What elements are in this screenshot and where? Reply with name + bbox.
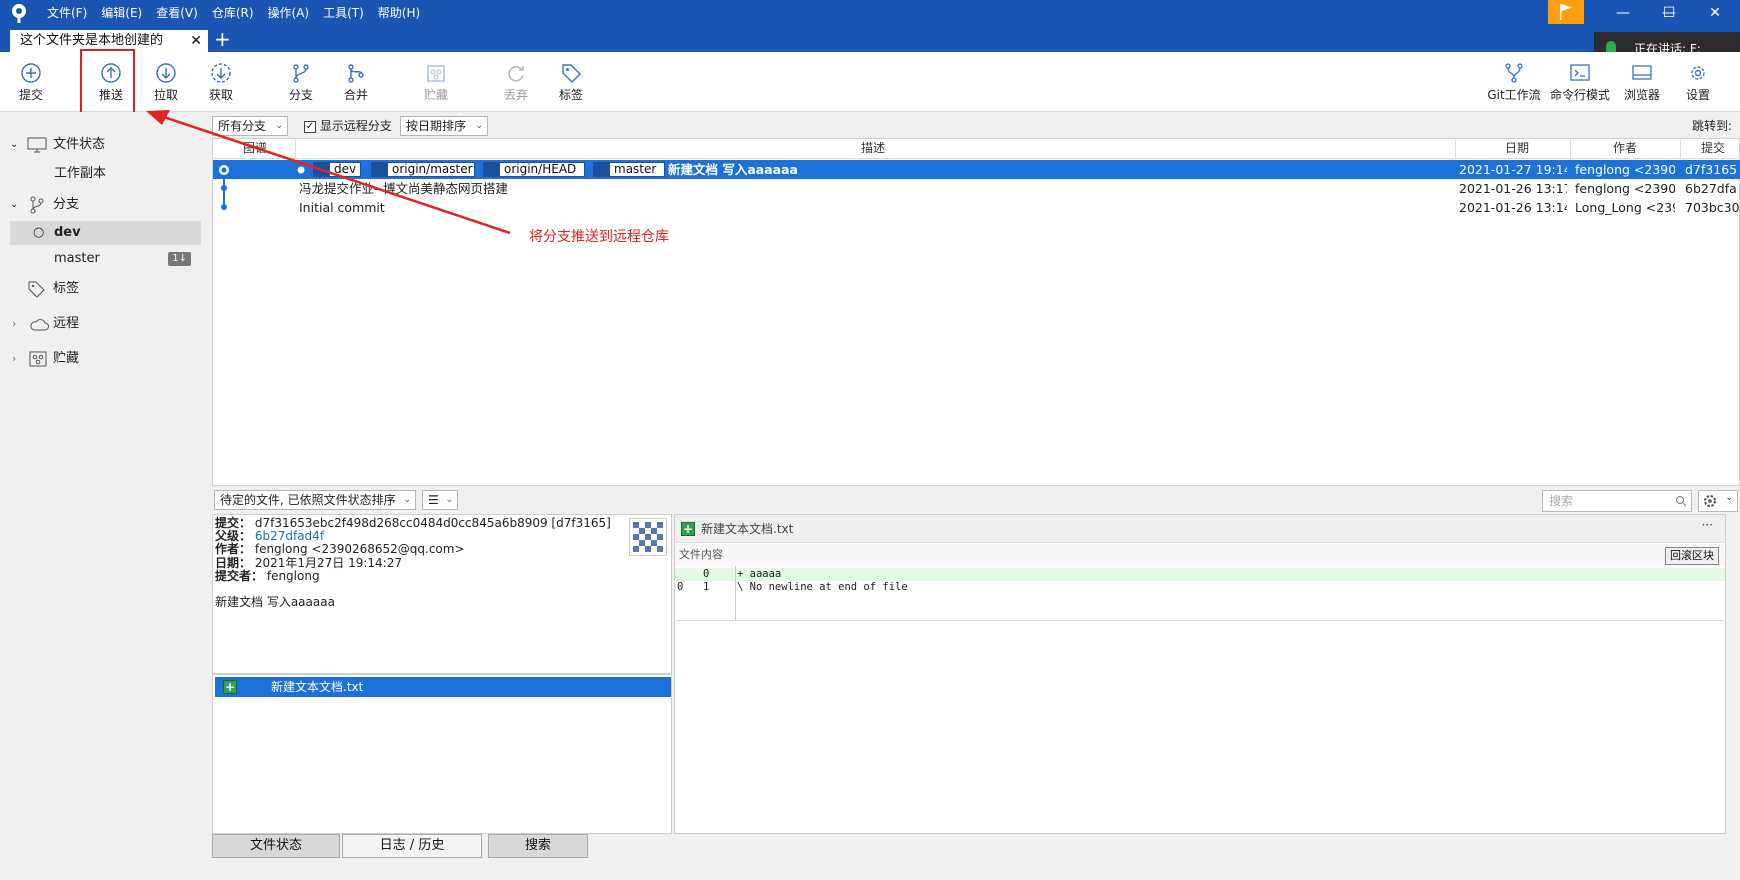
more-options-icon[interactable]: ··· xyxy=(1702,511,1713,539)
identicon-icon xyxy=(633,522,663,552)
new-line-number: 1 xyxy=(703,581,710,593)
file-name: 新建文本文档.txt xyxy=(271,680,364,694)
diff-file-name: 新建文本文档.txt xyxy=(701,522,794,536)
revert-hunk-button[interactable]: 回滚区块 xyxy=(1665,547,1719,565)
search-placeholder: 搜索 xyxy=(1549,494,1574,508)
chevron-down-icon: ⌄ xyxy=(1725,493,1733,503)
search-icon xyxy=(1676,496,1687,507)
diff-line: 0 + aaaaa xyxy=(675,568,1725,581)
diff-line: 0 1 \ No newline at end of file xyxy=(675,581,1725,594)
chevron-down-icon: ⌄ xyxy=(403,495,411,505)
committer-value: fenglong xyxy=(266,568,320,583)
file-added-icon: + xyxy=(681,522,695,536)
date-label: 日期： xyxy=(215,555,252,570)
commit-sha-value: d7f31653ebc2f498d268cc0484d0cc845a6b8909… xyxy=(254,516,611,530)
date-value: 2021年1月27日 19:14:27 xyxy=(254,555,402,570)
settings-dropdown-button[interactable]: ⌄ xyxy=(1698,490,1738,512)
chevron-down-icon: ⌄ xyxy=(445,495,453,505)
pending-files-bar: 待定的文件, 已依照文件状态排序 ⌄ ☰ ⌄ 搜索 ⌄ xyxy=(212,488,1740,514)
committer-row: 提交者： fenglong xyxy=(215,568,669,583)
changed-files-list: + 新建文本文档.txt xyxy=(212,674,672,834)
new-line-number: 0 xyxy=(703,568,710,580)
diff-line-text: \ No newline at end of file xyxy=(737,581,908,593)
list-item[interactable]: + 新建文本文档.txt xyxy=(215,677,671,697)
diff-section-bar: 文件内容 回滚区块 xyxy=(675,544,1725,566)
file-sort-dropdown[interactable]: 待定的文件, 已依照文件状态排序 ⌄ xyxy=(214,490,416,510)
file-sort-value: 待定的文件, 已依照文件状态排序 xyxy=(220,493,396,507)
gear-icon xyxy=(1704,495,1716,507)
tab-log-history[interactable]: 日志 / 历史 xyxy=(342,834,482,858)
author-label: 作者： xyxy=(215,542,252,557)
view-mode-dropdown[interactable]: ☰ ⌄ xyxy=(422,490,458,510)
author-value: fenglong <2390268652@qq.com> xyxy=(254,542,465,557)
old-line-number: 0 xyxy=(677,581,684,593)
diff-section-title: 文件内容 xyxy=(679,548,723,561)
diff-panel: + 新建文本文档.txt ··· 文件内容 回滚区块 0 + aaaaa 0 1… xyxy=(674,514,1726,834)
list-view-icon: ☰ xyxy=(428,493,439,507)
diff-hunk-end xyxy=(675,620,1725,621)
avatar xyxy=(629,518,667,556)
diff-scrollbar[interactable] xyxy=(1727,514,1740,834)
file-added-icon: + xyxy=(223,680,237,694)
file-search-input[interactable]: 搜索 xyxy=(1542,490,1692,512)
annotation-text: 将分支推送到远程仓库 xyxy=(529,229,669,245)
diff-line-text: + aaaaa xyxy=(737,568,782,580)
tab-search[interactable]: 搜索 xyxy=(488,834,588,858)
commit-details-panel: 提交： d7f31653ebc2f498d268cc0484d0cc845a6b… xyxy=(212,514,672,674)
diff-gutter-divider xyxy=(735,566,736,620)
committer-label: 提交者： xyxy=(215,568,264,583)
commit-sha-label: 提交： xyxy=(215,516,252,530)
commit-message: 新建文档 写入aaaaaa xyxy=(215,595,335,610)
diff-header: + 新建文本文档.txt ··· xyxy=(675,515,1725,543)
tab-file-status[interactable]: 文件状态 xyxy=(212,834,340,858)
